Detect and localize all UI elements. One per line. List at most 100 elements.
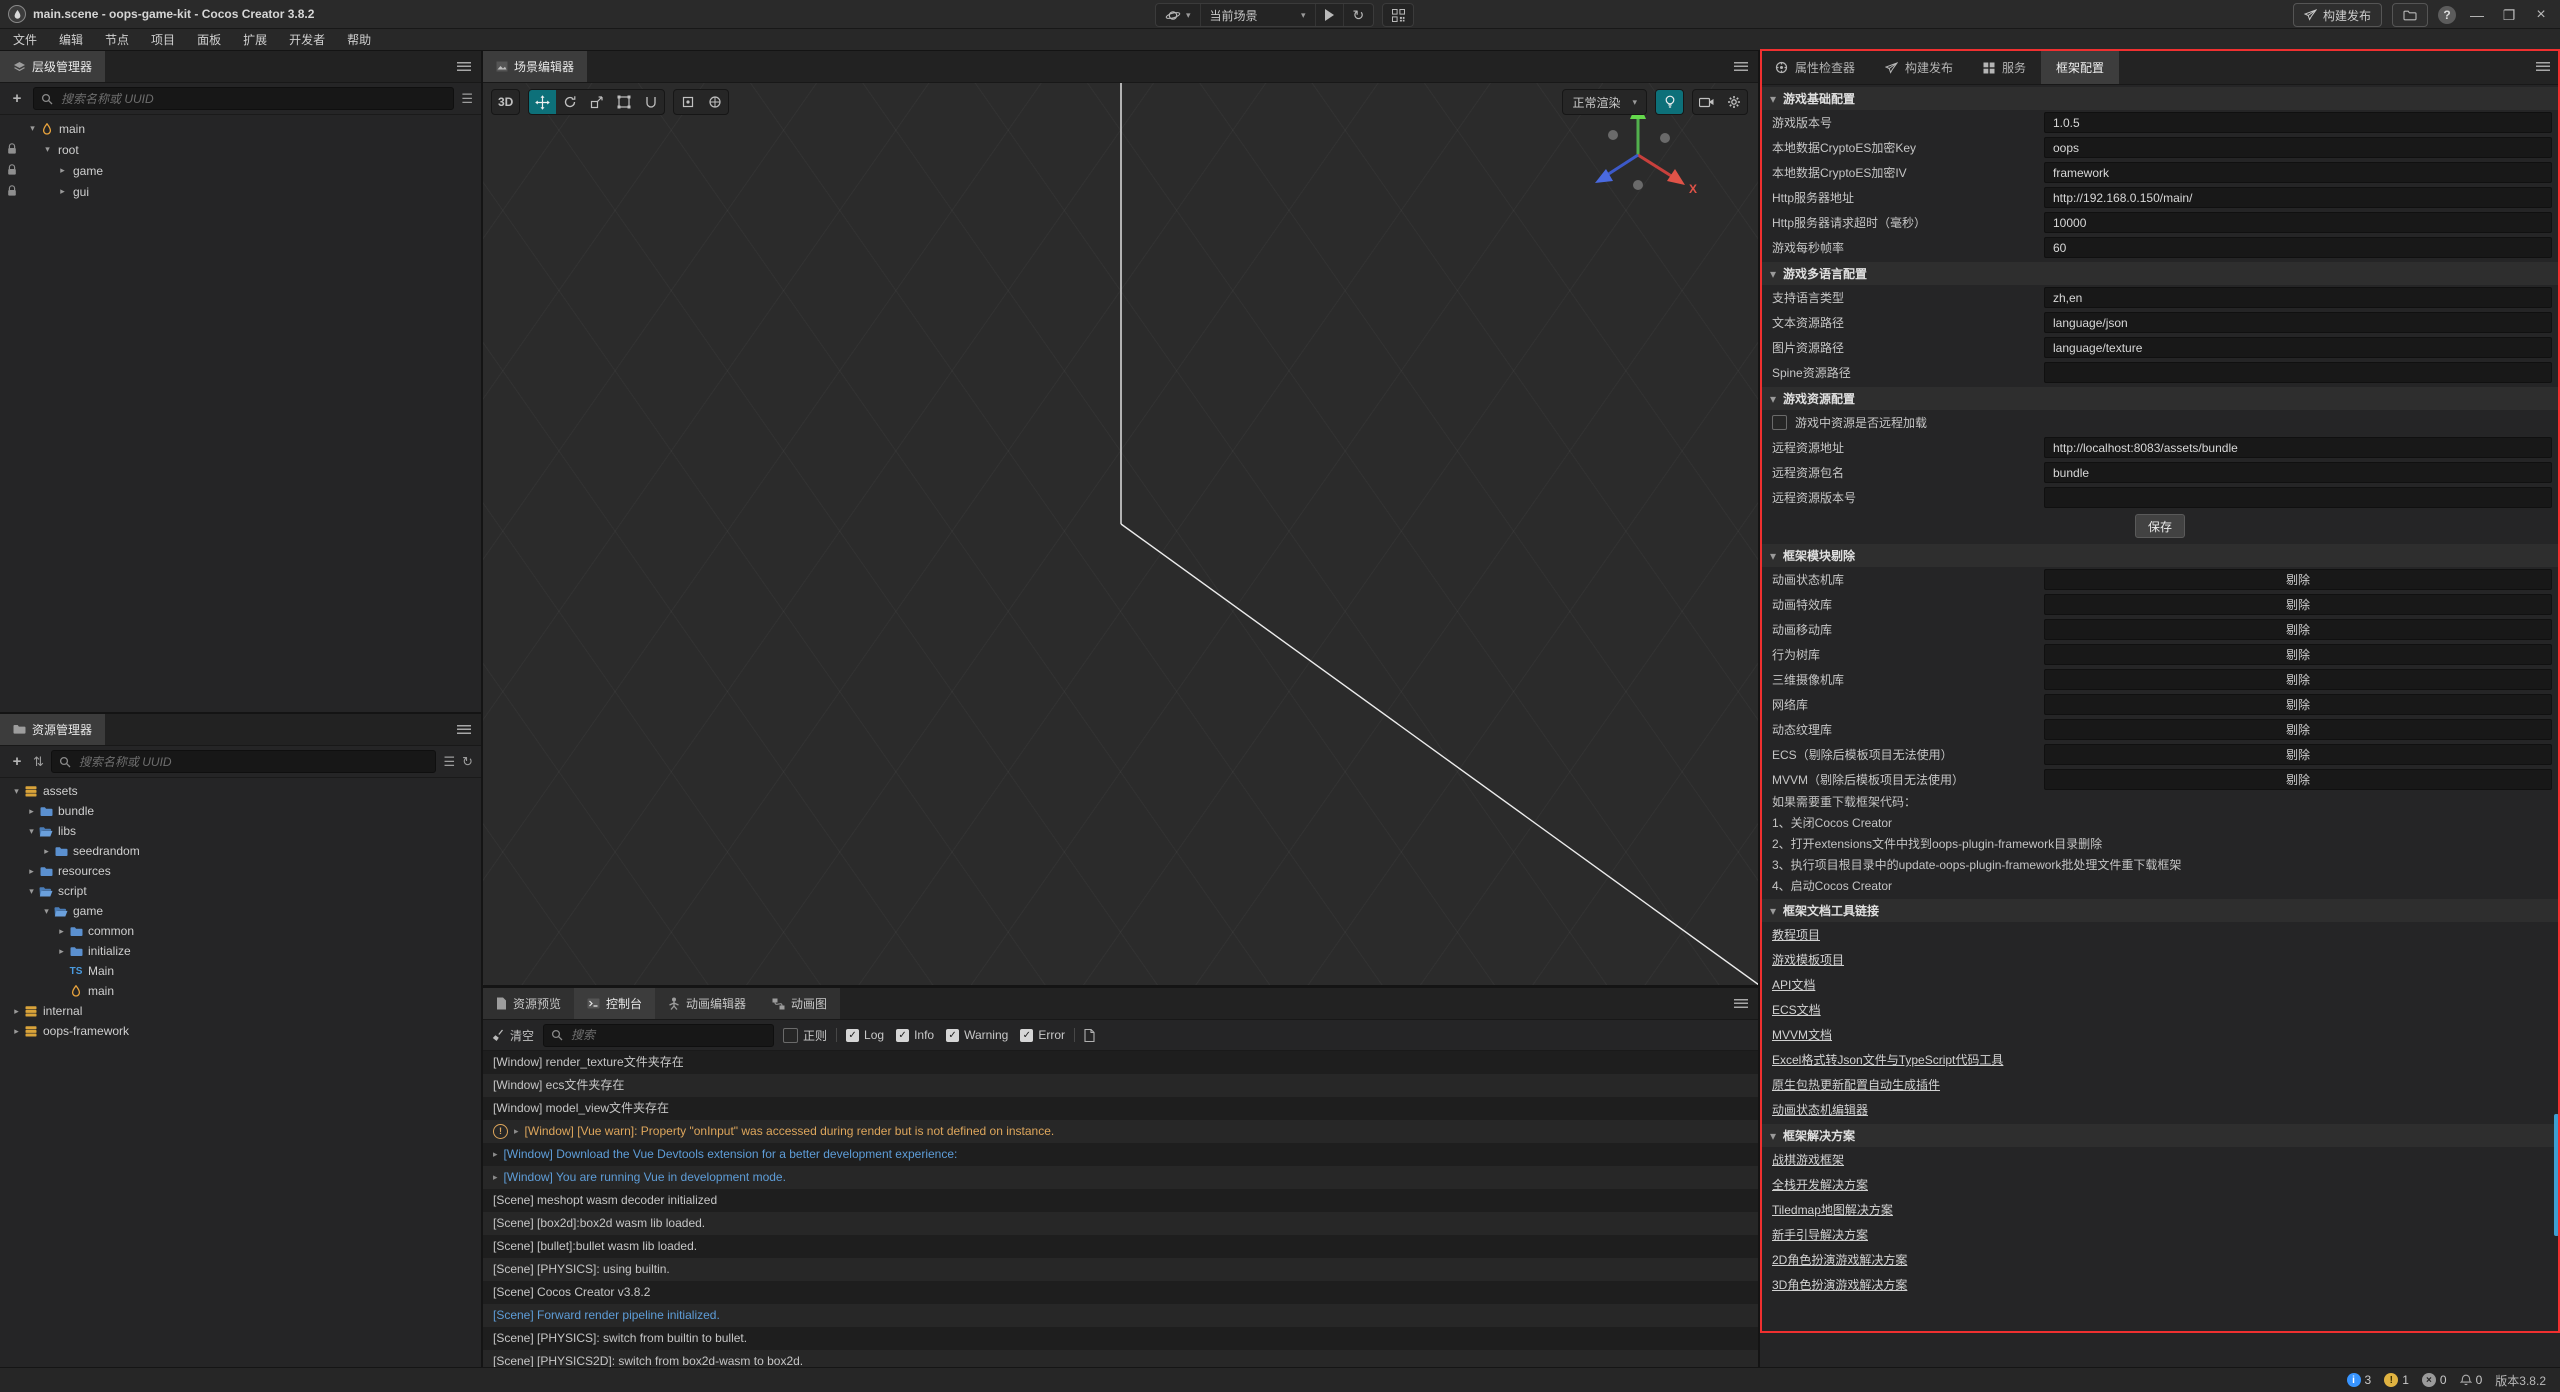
- help-button[interactable]: ?: [2438, 6, 2456, 24]
- console-message[interactable]: ▸[Window] Download the Vue Devtools exte…: [483, 1143, 1758, 1166]
- chevron-down-icon[interactable]: ▾: [25, 886, 38, 897]
- menu-item-7[interactable]: 帮助: [336, 31, 382, 48]
- expand-icon[interactable]: ▸: [493, 1143, 498, 1166]
- console-message[interactable]: [Window] ecs文件夹存在: [483, 1074, 1758, 1097]
- scene-viewport[interactable]: 3D: [483, 83, 1758, 985]
- tab-assets[interactable]: 资源管理器: [0, 714, 105, 745]
- close-button[interactable]: ×: [2530, 6, 2552, 24]
- lock-icon[interactable]: [7, 164, 17, 176]
- console-tab-3[interactable]: 动画图: [759, 988, 840, 1019]
- tree-node-resources[interactable]: ▸ resources: [0, 861, 481, 881]
- panel-menu-icon[interactable]: [2536, 62, 2550, 71]
- play-button[interactable]: [1316, 4, 1344, 26]
- section-header-3[interactable]: ▾ 框架模块剔除: [1760, 544, 2560, 567]
- status-warning-count[interactable]: ! 1: [2384, 1373, 2409, 1387]
- gear-icon[interactable]: [1720, 90, 1747, 114]
- chevron-right-icon[interactable]: ▸: [56, 165, 69, 176]
- doc-link[interactable]: 战棋游戏框架: [1760, 1147, 2560, 1172]
- assets-search-input[interactable]: [77, 754, 429, 770]
- chevron-down-icon[interactable]: ▾: [40, 906, 53, 917]
- save-button[interactable]: 保存: [2135, 514, 2185, 538]
- input-Http服务器请求超时（毫秒）[interactable]: 10000: [2044, 212, 2552, 233]
- console-message[interactable]: [Scene] [PHYSICS2D]: switch from box2d-w…: [483, 1350, 1758, 1367]
- chevron-down-icon[interactable]: ▾: [25, 826, 38, 837]
- status-info-count[interactable]: i 3: [2347, 1373, 2372, 1387]
- hierarchy-search-input[interactable]: [59, 91, 446, 107]
- status-error-count[interactable]: × 0: [2422, 1373, 2447, 1387]
- doc-link[interactable]: 动画状态机编辑器: [1760, 1097, 2560, 1122]
- input-远程资源包名[interactable]: bundle: [2044, 462, 2552, 483]
- input-远程资源地址[interactable]: http://localhost:8083/assets/bundle: [2044, 437, 2552, 458]
- filter-error[interactable]: ✓ Error: [1020, 1028, 1065, 1042]
- doc-link[interactable]: Excel格式转Json文件与TypeScript代码工具: [1760, 1047, 2560, 1072]
- console-message[interactable]: ▸[Window] You are running Vue in develop…: [483, 1166, 1758, 1189]
- trim-button-三维摄像机库[interactable]: 剔除: [2044, 669, 2552, 690]
- console-message[interactable]: !▸[Window] [Vue warn]: Property "onInput…: [483, 1120, 1758, 1143]
- tree-node-common[interactable]: ▸ common: [0, 921, 481, 941]
- filter-log[interactable]: ✓ Log: [846, 1028, 884, 1042]
- chevron-down-icon[interactable]: ▾: [1770, 392, 1776, 406]
- menu-item-3[interactable]: 项目: [140, 31, 186, 48]
- filter-warning[interactable]: ✓ Warning: [946, 1028, 1008, 1042]
- trim-button-MVVM（剔除后模板项目无法使用）[interactable]: 剔除: [2044, 769, 2552, 790]
- menu-item-4[interactable]: 面板: [186, 31, 232, 48]
- refresh-assets-icon[interactable]: ↻: [462, 755, 473, 768]
- chevron-right-icon[interactable]: ▸: [25, 806, 38, 817]
- input-Http服务器地址[interactable]: http://192.168.0.150/main/: [2044, 187, 2552, 208]
- preview-qr-button[interactable]: [1382, 3, 1414, 27]
- doc-link[interactable]: 原生包热更新配置自动生成插件: [1760, 1072, 2560, 1097]
- chevron-down-icon[interactable]: ▾: [1770, 904, 1776, 918]
- console-message[interactable]: [Window] model_view文件夹存在: [483, 1097, 1758, 1120]
- doc-link[interactable]: Tiledmap地图解决方案: [1760, 1197, 2560, 1222]
- tree-node-gui[interactable]: ▸ gui: [0, 181, 481, 202]
- chevron-down-icon[interactable]: ▾: [1770, 92, 1776, 106]
- render-mode-select[interactable]: 正常渲染 ▾: [1562, 89, 1647, 115]
- menu-item-5[interactable]: 扩展: [232, 31, 278, 48]
- tab-scene-editor[interactable]: 场景编辑器: [483, 51, 587, 82]
- regex-checkbox-box[interactable]: [783, 1028, 798, 1043]
- doc-link[interactable]: ECS文档: [1760, 997, 2560, 1022]
- gizmo-space-button[interactable]: [701, 90, 728, 114]
- chevron-right-icon[interactable]: ▸: [10, 1026, 23, 1037]
- platform-select[interactable]: ▾: [1156, 4, 1201, 26]
- tree-node-game[interactable]: ▸ game: [0, 160, 481, 181]
- inspector-tab-0[interactable]: 属性检查器: [1760, 51, 1870, 84]
- doc-link[interactable]: 全栈开发解决方案: [1760, 1172, 2560, 1197]
- regex-checkbox[interactable]: 正则: [783, 1027, 827, 1044]
- chevron-right-icon[interactable]: ▸: [40, 846, 53, 857]
- input-支持语言类型[interactable]: zh,en: [2044, 287, 2552, 308]
- section-header-4[interactable]: ▾ 框架文档工具链接: [1760, 899, 2560, 922]
- section-header-2[interactable]: ▾ 游戏资源配置: [1760, 387, 2560, 410]
- minimize-button[interactable]: —: [2466, 7, 2488, 23]
- doc-link[interactable]: 2D角色扮演游戏解决方案: [1760, 1247, 2560, 1272]
- trim-button-ECS（剔除后模板项目无法使用）[interactable]: 剔除: [2044, 744, 2552, 765]
- sort-assets-icon[interactable]: ⇅: [33, 755, 44, 768]
- input-游戏版本号[interactable]: 1.0.5: [2044, 112, 2552, 133]
- add-node-button[interactable]: +: [8, 90, 26, 107]
- console-message[interactable]: [Scene] Forward render pipeline initiali…: [483, 1304, 1758, 1327]
- lighting-toggle-button[interactable]: [1656, 90, 1683, 114]
- chevron-right-icon[interactable]: ▸: [25, 866, 38, 877]
- chevron-down-icon[interactable]: ▾: [26, 123, 39, 134]
- console-message[interactable]: [Scene] meshopt wasm decoder initialized: [483, 1189, 1758, 1212]
- console-message[interactable]: [Scene] [PHYSICS]: using builtin.: [483, 1258, 1758, 1281]
- tree-node-script[interactable]: ▾ script: [0, 881, 481, 901]
- expand-icon[interactable]: ▸: [493, 1166, 498, 1189]
- chevron-down-icon[interactable]: ▾: [41, 144, 54, 155]
- checkbox-icon[interactable]: ✓: [846, 1029, 859, 1042]
- remote-load-checkbox[interactable]: [1772, 415, 1787, 430]
- panel-menu-icon[interactable]: [457, 62, 471, 71]
- lock-icon[interactable]: [7, 185, 17, 197]
- assets-search[interactable]: [51, 750, 437, 773]
- trim-button-动画移动库[interactable]: 剔除: [2044, 619, 2552, 640]
- maximize-button[interactable]: ❐: [2498, 7, 2520, 24]
- console-message[interactable]: [Scene] [bullet]:bullet wasm lib loaded.: [483, 1235, 1758, 1258]
- panel-menu-icon[interactable]: [1734, 62, 1748, 71]
- tree-node-assets[interactable]: ▾ assets: [0, 781, 481, 801]
- input-游戏每秒帧率[interactable]: 60: [2044, 237, 2552, 258]
- doc-link[interactable]: 新手引导解决方案: [1760, 1222, 2560, 1247]
- scrollbar-thumb[interactable]: [2554, 1114, 2559, 1236]
- chevron-right-icon[interactable]: ▸: [55, 926, 68, 937]
- section-header-5[interactable]: ▾ 框架解决方案: [1760, 1124, 2560, 1147]
- tree-node-initialize[interactable]: ▸ initialize: [0, 941, 481, 961]
